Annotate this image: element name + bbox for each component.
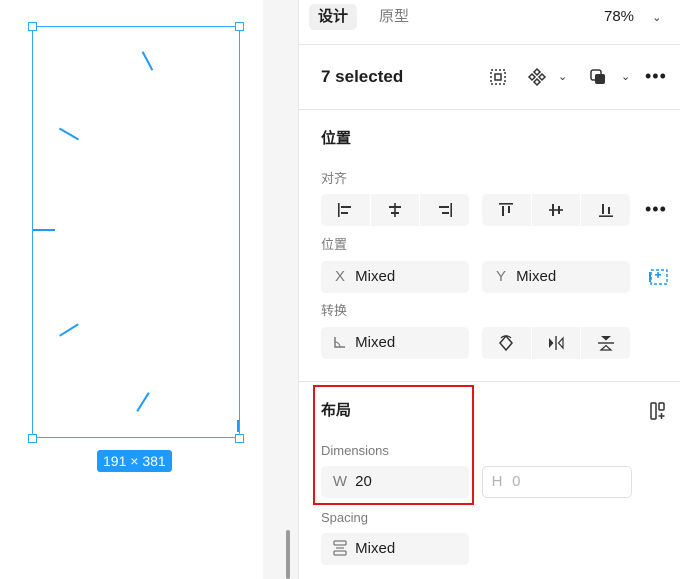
align-label: 对齐 [321,171,348,186]
more-options-icon[interactable]: ••• [645,66,667,86]
chevron-down-icon[interactable]: ⌄ [621,70,630,83]
selection-bounding-box[interactable] [32,26,240,438]
more-align-options-icon[interactable]: ••• [645,199,667,219]
align-left-button[interactable] [321,194,371,226]
zoom-value: 78% [604,8,635,25]
dimension-badge: 191 × 381 [97,450,172,472]
align-horizontal-center-button[interactable] [371,194,421,226]
divider [299,381,680,382]
tab-design[interactable]: 设计 [309,4,357,30]
x-position-field[interactable]: X Mixed [321,261,469,293]
chevron-down-icon[interactable]: ⌄ [558,70,567,83]
chevron-down-icon: ⌄ [652,12,662,24]
selection-title: 7 selected [321,67,404,86]
x-value: Mixed [355,268,396,285]
height-field[interactable]: H 0 [482,466,632,498]
spacing-icon [329,533,351,565]
resize-handle-bottom-left[interactable] [28,434,37,443]
position-section-title: 位置 [321,130,352,147]
spacing-field[interactable]: Mixed [321,533,469,565]
y-prefix: Y [495,268,506,285]
x-prefix: X [334,268,345,285]
boolean-group-icon[interactable] [589,68,607,86]
component-icon[interactable] [527,67,547,87]
transform-group [482,327,630,359]
rotate-button[interactable] [482,327,532,359]
tab-prototype[interactable]: 原型 [379,4,409,30]
h-prefix: H [491,473,503,490]
constraints-icon[interactable] [647,266,669,288]
canvas[interactable]: 191 × 381 [0,0,263,579]
vertical-align-group [482,194,630,226]
resize-handle-bottom-right[interactable] [235,434,244,443]
resize-handle-top-left[interactable] [28,22,37,31]
rotation-icon [329,327,351,359]
transform-label: 转换 [321,303,348,318]
divider [299,44,680,45]
highlight-box [313,385,474,505]
spacing-label: Spacing [321,510,368,525]
horizontal-align-group [321,194,469,226]
canvas-scrollbar-track [263,0,298,579]
y-value: Mixed [516,268,557,285]
y-position-field[interactable]: Y Mixed [482,261,630,293]
properties-panel: 设计 原型 78% ⌄ 7 selected ⌄ ⌄ ••• 位置 对齐 •••… [298,0,680,579]
rotation-field[interactable]: Mixed [321,327,469,359]
align-top-button[interactable] [482,194,532,226]
position-label: 位置 [321,237,348,252]
flip-vertical-button[interactable] [581,327,630,359]
spacing-value: Mixed [355,540,396,557]
select-matching-icon[interactable] [489,68,507,86]
h-value: 0 [512,473,521,490]
resize-handle-top-right[interactable] [235,22,244,31]
rotation-value: Mixed [355,334,396,351]
align-bottom-button[interactable] [581,194,630,226]
tick-mark[interactable] [237,420,239,432]
tick-mark[interactable] [33,229,55,231]
align-right-button[interactable] [420,194,469,226]
flip-horizontal-button[interactable] [532,327,582,359]
align-vertical-center-button[interactable] [532,194,582,226]
add-auto-layout-icon[interactable] [649,401,669,421]
divider [299,109,680,110]
zoom-control[interactable]: 78% ⌄ [604,4,661,31]
scrollbar-thumb[interactable] [286,530,290,579]
